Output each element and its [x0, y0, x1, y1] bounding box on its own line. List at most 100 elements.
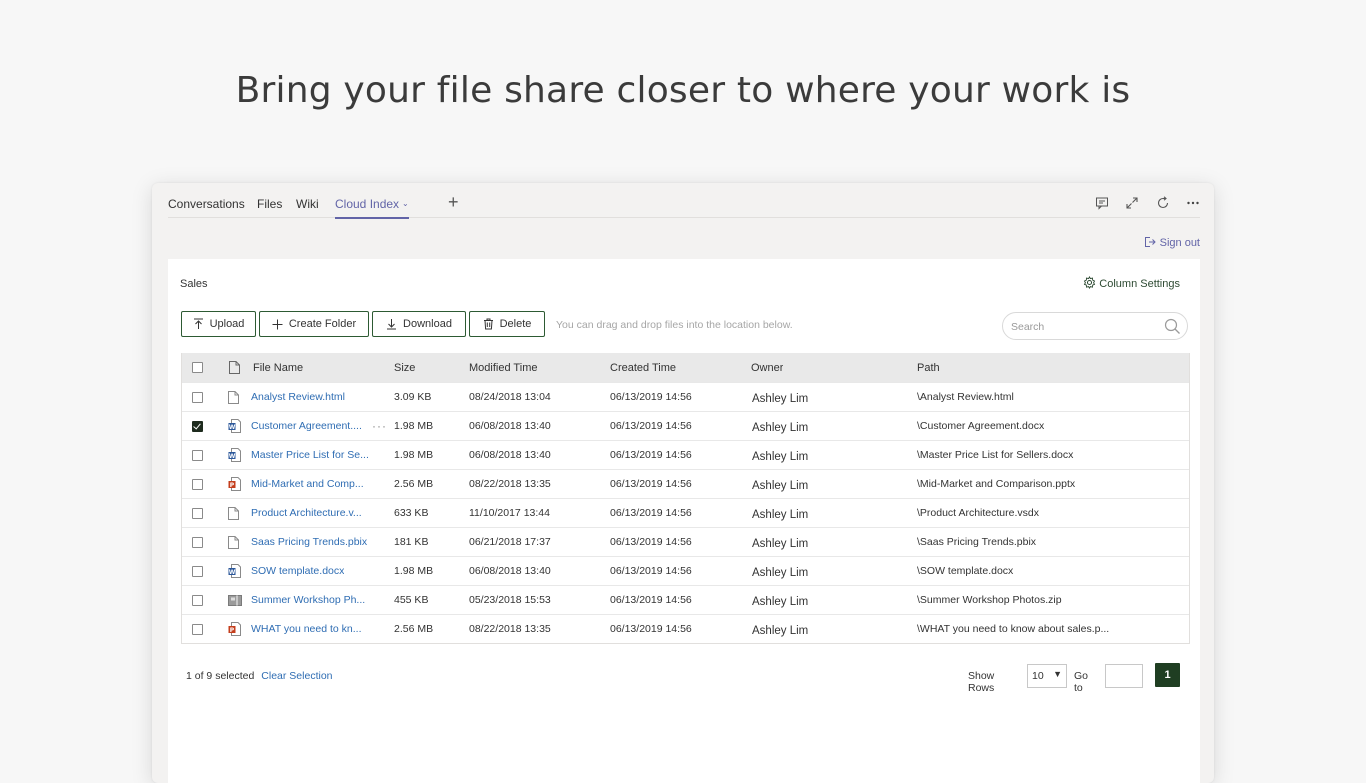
column-header-path[interactable]: Path: [917, 353, 940, 382]
owner-name: Ashley Lim: [752, 509, 809, 521]
file-path: \SOW template.docx: [917, 565, 1014, 577]
column-header-owner[interactable]: Owner: [751, 353, 783, 382]
file-path: \Analyst Review.html: [917, 391, 1014, 403]
modified-time: 08/22/2018 13:35: [469, 478, 551, 490]
file-name-link[interactable]: SOW template.docx: [251, 557, 344, 585]
owner-name: Ashley Lim: [752, 567, 809, 579]
file-size: 2.56 MB: [394, 623, 434, 635]
table-row[interactable]: W Customer Agreement.... ··· 1.98 MB 06/08/2…: [182, 411, 1189, 440]
select-all-checkbox[interactable]: [192, 353, 203, 382]
column-header-created-time[interactable]: Created Time: [610, 353, 676, 382]
go-to-page-input[interactable]: [1105, 664, 1143, 688]
refresh-icon[interactable]: [1156, 196, 1172, 212]
tab-cloud-index[interactable]: Cloud Index ⌄: [335, 197, 409, 219]
owner-name: Ashley Lim: [752, 393, 809, 405]
trash-icon: [483, 318, 493, 330]
table-row[interactable]: Product Architecture.v... 633 KB 11/10/201…: [182, 498, 1189, 527]
table-body: Analyst Review.html 3.09 KB 08/24/2018 13:…: [182, 382, 1189, 643]
search-icon[interactable]: [1164, 318, 1181, 335]
file-icon: [228, 499, 239, 527]
add-tab-icon[interactable]: +: [448, 192, 459, 213]
tab-files[interactable]: Files: [257, 197, 282, 217]
created-time: 06/13/2019 14:56: [610, 594, 692, 606]
create-folder-button[interactable]: Create Folder: [259, 311, 369, 337]
column-header-file-name[interactable]: File Name: [253, 353, 303, 382]
headline: Bring your file share closer to where yo…: [235, 70, 1131, 111]
powerpoint-icon: P: [228, 615, 241, 643]
download-button[interactable]: Download: [372, 311, 466, 337]
row-checkbox[interactable]: [192, 383, 203, 411]
row-checkbox[interactable]: [192, 412, 203, 440]
created-time: 06/13/2019 14:56: [610, 536, 692, 548]
column-settings-button[interactable]: Column Settings: [1083, 275, 1180, 290]
row-checkbox[interactable]: [192, 441, 203, 469]
more-options-icon[interactable]: ···: [372, 412, 387, 440]
search-placeholder: Search: [1011, 321, 1045, 333]
file-size: 181 KB: [394, 536, 429, 548]
file-path: \Summer Workshop Photos.zip: [917, 594, 1062, 606]
tab-conversations[interactable]: Conversations: [168, 197, 245, 217]
zip-archive-icon: [228, 586, 242, 614]
file-name-link[interactable]: Product Architecture.v...: [251, 499, 362, 527]
created-time: 06/13/2019 14:56: [610, 478, 692, 490]
table-row[interactable]: W SOW template.docx 1.98 MB 06/08/2018 13:4…: [182, 556, 1189, 585]
modified-time: 08/22/2018 13:35: [469, 623, 551, 635]
modified-time: 06/08/2018 13:40: [469, 420, 551, 432]
table-row[interactable]: Saas Pricing Trends.pbix 181 KB 06/21/2018…: [182, 527, 1189, 556]
owner-name: Ashley Lim: [752, 422, 809, 434]
sign-out-link[interactable]: Sign out: [1144, 236, 1200, 249]
more-icon[interactable]: [1186, 196, 1202, 212]
delete-label: Delete: [499, 318, 532, 330]
tab-wiki[interactable]: Wiki: [296, 197, 319, 217]
file-icon: [228, 528, 239, 556]
upload-button[interactable]: Upload: [181, 311, 256, 337]
row-checkbox[interactable]: [192, 557, 203, 585]
file-path: \Mid-Market and Comparison.pptx: [917, 478, 1076, 490]
file-size: 2.56 MB: [394, 478, 434, 490]
rows-per-page-select[interactable]: 10 ▼: [1027, 664, 1067, 688]
breadcrumb[interactable]: Sales: [180, 278, 208, 290]
table-row[interactable]: P WHAT you need to kn... 2.56 MB 08/22/2018…: [182, 614, 1189, 643]
tab-bar: Conversations Files Wiki Cloud Index ⌄ +: [168, 192, 1200, 219]
word-document-icon: W: [228, 441, 241, 469]
file-name-link[interactable]: Analyst Review.html: [251, 383, 345, 411]
selection-count: 1 of 9 selected: [186, 670, 255, 682]
file-name-link[interactable]: Mid-Market and Comp...: [251, 470, 364, 498]
file-name-link[interactable]: Summer Workshop Ph...: [251, 586, 365, 614]
row-checkbox[interactable]: [192, 615, 203, 643]
modified-time: 11/10/2017 13:44: [469, 507, 550, 519]
file-name-link[interactable]: Customer Agreement....: [251, 412, 362, 440]
file-name-link[interactable]: Master Price List for Se...: [251, 441, 369, 469]
file-path: \Master Price List for Sellers.docx: [917, 449, 1074, 461]
column-header-size[interactable]: Size: [394, 353, 415, 382]
table-row[interactable]: Summer Workshop Ph... 455 KB 05/23/2018 15…: [182, 585, 1189, 614]
download-icon: [387, 319, 397, 330]
delete-button[interactable]: Delete: [469, 311, 545, 337]
svg-text:W: W: [229, 569, 236, 576]
show-rows-label: Show Rows: [968, 670, 995, 694]
expand-icon[interactable]: [1125, 196, 1141, 212]
column-header-modified-time[interactable]: Modified Time: [469, 353, 537, 382]
chat-icon[interactable]: [1095, 196, 1111, 212]
gear-icon: [1084, 275, 1096, 289]
modified-time: 06/21/2018 17:37: [469, 536, 551, 548]
row-checkbox[interactable]: [192, 586, 203, 614]
search-input[interactable]: Search: [1002, 312, 1188, 340]
file-table: File Name Size Modified Time Created Tim…: [181, 353, 1190, 644]
created-time: 06/13/2019 14:56: [610, 623, 692, 635]
clear-selection-link[interactable]: Clear Selection: [261, 670, 332, 682]
page-button-1[interactable]: 1: [1155, 663, 1180, 687]
file-name-link[interactable]: Saas Pricing Trends.pbix: [251, 528, 367, 556]
table-row[interactable]: Analyst Review.html 3.09 KB 08/24/2018 13:…: [182, 382, 1189, 411]
svg-text:W: W: [229, 453, 236, 460]
file-name-link[interactable]: WHAT you need to kn...: [251, 615, 362, 643]
svg-text:W: W: [229, 424, 236, 431]
selection-status: 1 of 9 selected Clear Selection: [186, 670, 333, 682]
file-panel: Sales Column Settings Upload Create Fold…: [168, 259, 1200, 783]
table-row[interactable]: P Mid-Market and Comp... 2.56 MB 08/22/2018…: [182, 469, 1189, 498]
table-row[interactable]: W Master Price List for Se... 1.98 MB 06/08…: [182, 440, 1189, 469]
row-checkbox[interactable]: [192, 470, 203, 498]
file-type-header-icon: [229, 353, 240, 382]
row-checkbox[interactable]: [192, 499, 203, 527]
row-checkbox[interactable]: [192, 528, 203, 556]
